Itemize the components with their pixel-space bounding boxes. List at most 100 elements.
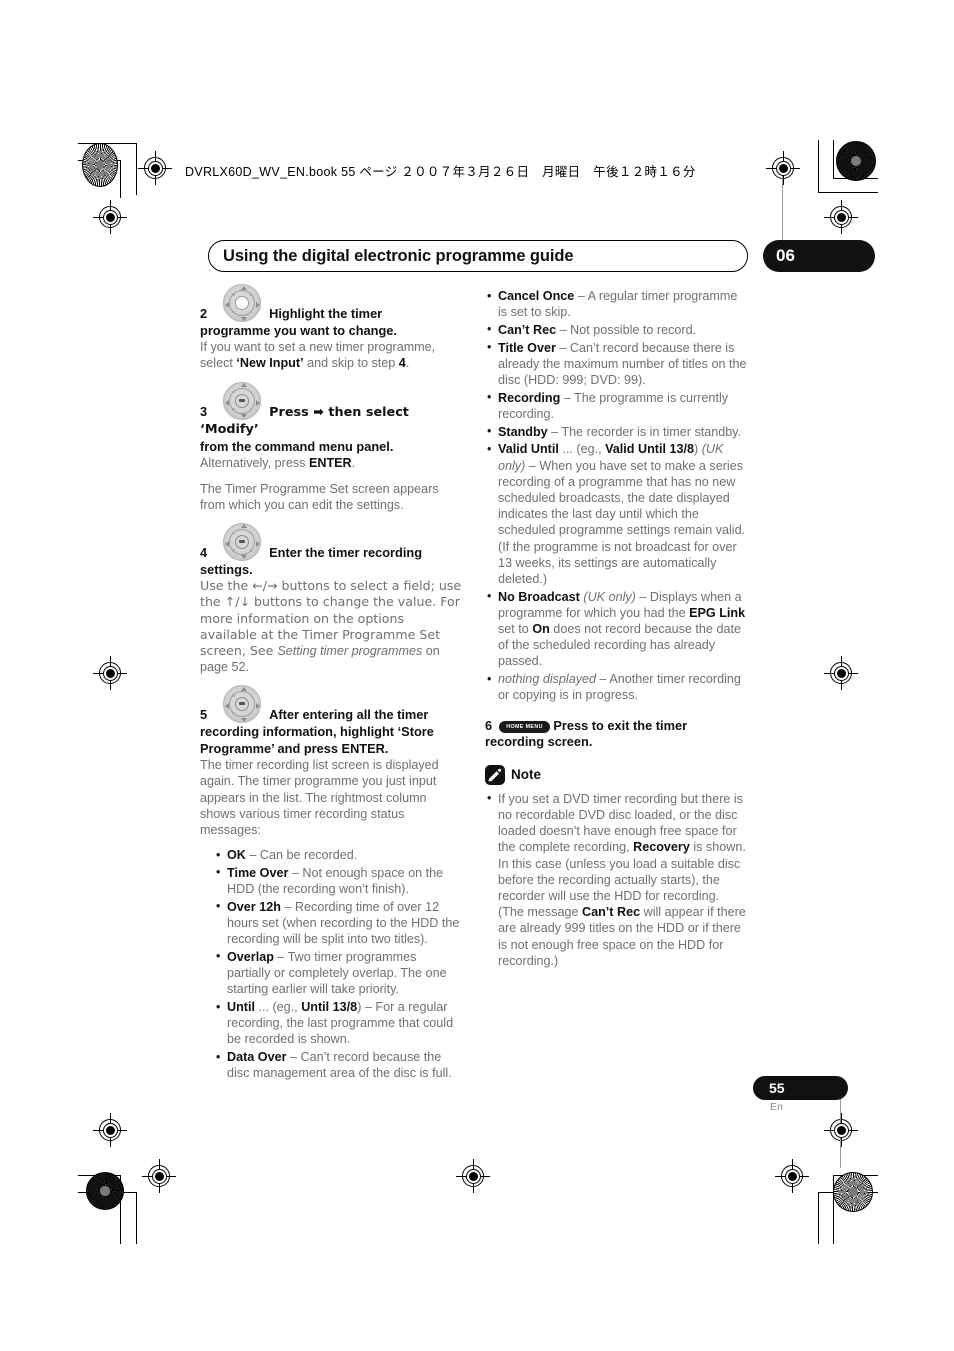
step-4: 4 Enter the timer recording settings. Use… [200,522,462,675]
cant-rec-term: Can’t Rec [582,905,641,920]
step-3-number: 3 [200,403,208,419]
step-2-heading-end: . [393,322,397,338]
list-item-no-broadcast: No Broadcast (UK only) – Displays when a… [485,588,747,670]
status-dash: – [556,322,571,337]
status-dash: – [245,848,260,863]
step-2-heading-line2: programme you want to change [200,322,394,338]
status-term-italic: nothing displayed [498,672,597,687]
print-filename-header: DVRLX60D_WV_EN.book 55 ページ ２００７年３月２６日 月曜… [185,165,696,179]
epg-link-term: EPG Link [689,605,746,620]
list-item: Overlap – Two timer programmes partially… [214,948,462,998]
status-term: Standby [498,424,548,439]
step-3-heading-line2: from the command menu panel. [200,438,394,454]
registration-mark [142,1159,176,1193]
note-list: If you set a DVD timer recording but the… [485,790,747,969]
note-label: Note [511,766,541,782]
status-term: Data Over [227,1050,287,1065]
status-term: Over 12h [227,899,281,914]
step-5-body: The timer recording list screen is displ… [200,758,439,837]
dpad-icon [223,284,261,322]
chapter-title-bar: Using the digital electronic programme g… [208,240,748,272]
registration-mark [775,1159,809,1193]
status-term: Overlap [227,949,274,964]
status-term: Valid Until [498,442,559,457]
step-3-body-text1: Alternatively, press [200,456,309,471]
status-term: Until [227,1000,255,1015]
registration-mark [766,151,800,185]
status-mid-close: ) [693,442,702,457]
status-dash: – [574,289,588,303]
dpad-enter-icon [223,522,261,561]
crop-mark [833,140,834,178]
dpad-enter-icon [223,381,261,420]
list-item: Cancel Once – A regular timer programme … [485,287,747,320]
status-desc-2: set to [498,622,533,637]
status-message-list-left: OK – Can be recorded. Time Over – Not en… [214,847,462,1081]
status-dash: – [286,1050,301,1065]
status-desc: Can be recorded. [259,848,358,863]
status-term: No Broadcast [498,589,580,604]
step-2-step-ref: 4 [398,356,406,371]
step-3-body-2: The Timer Programme Set screen appears f… [200,481,439,512]
status-desc: When you have set to make a series recor… [498,458,746,586]
step-2: 2 Highlight the timer programme you want … [200,284,462,372]
uk-only-note: (UK only) [579,589,636,604]
status-message-list-right: Cancel Once – A regular timer programme … [485,287,747,704]
step-6-heading: 6 HOME MENU Press to exit the timer reco… [485,718,747,751]
status-dash: – [361,1000,376,1015]
registration-mark [824,656,858,690]
status-mid-bold: Valid Until 13/8 [605,442,694,457]
list-item-nothing-displayed: nothing displayed – Another timer record… [485,671,747,703]
list-item: Title Over – Can’t record because there … [485,339,747,389]
status-dash: – [273,949,288,964]
note-pencil-icon [485,764,505,785]
list-item: Recording – The programme is currently r… [485,389,747,422]
step-4-number: 4 [200,544,208,560]
status-term: OK [227,848,246,863]
status-term: Cancel Once [498,289,575,303]
colour-control-patch [833,1172,873,1212]
colour-control-patch [836,141,876,181]
list-item-valid-until: Valid Until ... (eg., Valid Until 13/8) … [485,441,747,587]
registration-mark [824,200,858,234]
list-item: Can’t Rec – Not possible to record. [485,321,747,338]
crop-mark [818,140,819,192]
status-term: Recording [498,390,561,405]
crop-mark [818,1192,819,1244]
status-mid: ... (eg., [558,442,606,457]
left-text-column: 2 Highlight the timer programme you want … [200,284,462,1083]
step-2-body-text3: . [405,356,410,371]
step-2-new-input-term: ‘New Input’ [236,356,304,371]
home-menu-key-icon: HOME MENU [499,721,550,734]
registration-mark [824,1113,858,1147]
status-term: Title Over [498,340,556,355]
step-3-enter-key: ENTER [308,456,352,471]
registration-mark [93,200,127,234]
step-5-number: 5 [200,707,208,723]
step-5: 5 After entering all the timer recording … [200,685,462,838]
list-item: If you set a DVD timer recording but the… [485,790,747,969]
status-dash: – [547,424,562,439]
step-5-heading-line2: recording information, highlight ‘Store … [200,723,434,756]
step-4-cross-reference: Setting timer programmes [277,643,423,658]
list-item: OK – Can be recorded. [214,847,462,863]
right-text-column: Cancel Once – A regular timer programme … [485,287,747,971]
step-3: 3 Press ➡ then select ‘Modify’ from the c… [200,381,462,513]
list-item: Time Over – Not enough space on the HDD … [214,864,462,897]
status-dash: – [596,672,610,687]
step-4-heading-line2: settings. [200,561,253,577]
step-2-heading-line1: Highlight the timer [269,306,383,321]
on-value-term: On [532,622,550,637]
step-6-heading-line2: recording screen. [485,734,593,750]
chapter-number-badge: 06 [763,240,875,272]
registration-mark [93,656,127,690]
step-4-body: Use the ←/→ buttons to select a field; u… [200,578,462,675]
status-dash: – [280,899,295,914]
recovery-term: Recovery [633,840,690,855]
step-5-heading-line1: After entering all the timer [269,707,429,723]
status-mid-bold: Until 13/8 [301,1000,358,1015]
crop-mark [136,1192,137,1244]
registration-mark [138,151,172,185]
registration-mark [93,1113,127,1147]
page-number-badge: 55 [753,1076,848,1100]
